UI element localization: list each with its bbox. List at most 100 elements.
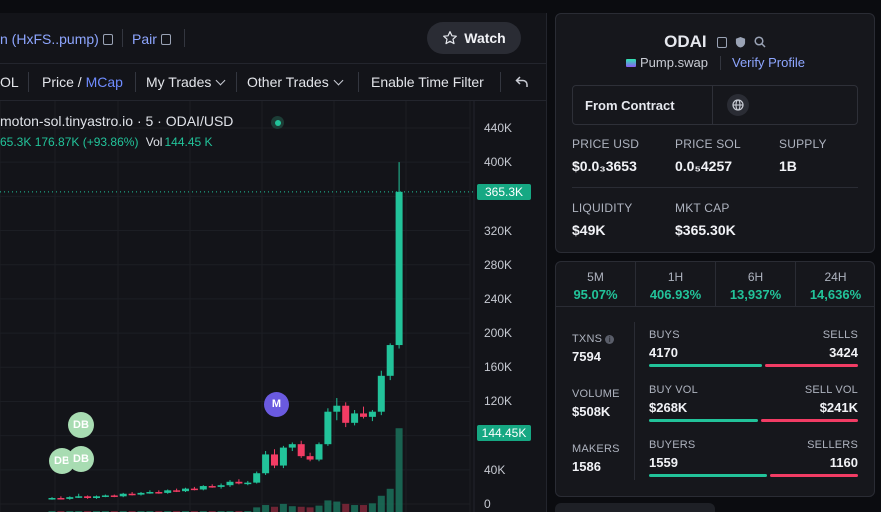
- star-icon: [443, 31, 458, 45]
- tab-label: 24H: [824, 270, 847, 284]
- chart-legend-title: moton-sol.tinyastro.io · 5 · ODAI/USD: [0, 113, 234, 129]
- candle-body: [66, 497, 74, 499]
- chart-header: n (HxFS..pump) Pair Watch: [0, 13, 546, 64]
- candle-body: [208, 486, 216, 488]
- buy-sell-volume-bar: [649, 419, 858, 422]
- makers-value: 1586: [572, 459, 601, 474]
- candle-body: [306, 456, 314, 460]
- y-tick-label: 240K: [484, 291, 513, 306]
- y-tick-label: 120K: [484, 394, 513, 409]
- candle-body: [297, 444, 305, 457]
- tab-1h[interactable]: 1H 406.93%: [636, 262, 716, 306]
- search-icon[interactable]: [754, 36, 766, 48]
- other-trades-label: Other Trades: [247, 74, 329, 90]
- candle-body: [146, 492, 154, 494]
- price-chart[interactable]: moton-sol.tinyastro.io · 5 · ODAI/USD 65…: [0, 101, 546, 512]
- supply-value: 1B: [779, 158, 797, 174]
- buys-sells-bar: [649, 364, 858, 367]
- price-sol-value: 0.0₅4257: [675, 158, 733, 174]
- price-usd-value: $0.0₃3653: [572, 158, 637, 174]
- volume-bar: [253, 507, 261, 512]
- trade-marker-db[interactable]: DB: [68, 412, 94, 438]
- candle-body: [342, 405, 350, 423]
- tab-label: 5M: [587, 270, 604, 284]
- sol-toggle[interactable]: OL: [0, 74, 19, 90]
- supply-label: SUPPLY: [779, 137, 827, 151]
- tab-6h[interactable]: 6H 13,937%: [716, 262, 796, 306]
- chevron-down-icon: [215, 75, 226, 86]
- tab-label: 6H: [747, 270, 764, 284]
- divider: [634, 322, 635, 480]
- tab-5m[interactable]: 5M 95.07%: [556, 262, 636, 306]
- candle-body: [368, 411, 376, 417]
- candle-body: [333, 405, 341, 412]
- volume-bar: [262, 505, 270, 512]
- price-tag: 365.3K: [477, 184, 531, 200]
- candle-body: [173, 490, 181, 492]
- watch-label: Watch: [464, 30, 506, 46]
- volume-bar: [324, 500, 332, 512]
- copy-icon[interactable]: [717, 37, 728, 48]
- verify-profile-link[interactable]: Verify Profile: [732, 55, 805, 70]
- y-tick-label: 320K: [484, 223, 513, 238]
- candle-body: [190, 488, 198, 491]
- mktcap-label: MKT CAP: [675, 201, 730, 215]
- sell-portion: [770, 474, 858, 477]
- trade-marker-db[interactable]: DB: [68, 446, 94, 472]
- chevron-down-icon: [333, 75, 344, 86]
- divider: [720, 56, 721, 70]
- time-filter-toggle[interactable]: Enable Time Filter: [371, 74, 484, 90]
- chart-panel: n (HxFS..pump) Pair Watch OL Price / MCa…: [0, 13, 547, 512]
- copy-icon[interactable]: [160, 34, 171, 45]
- copy-icon[interactable]: [102, 34, 113, 45]
- candle-body: [101, 495, 109, 497]
- tab-24h[interactable]: 24H 14,636%: [796, 262, 875, 306]
- candle-body: [288, 444, 296, 448]
- candle-body: [315, 444, 323, 460]
- buy-vol-label: BUY VOL: [649, 384, 698, 396]
- y-tick-label: 280K: [484, 257, 513, 272]
- watch-button[interactable]: Watch: [427, 22, 521, 54]
- token-info-card: ODAI Pump.swap Verify Profile From Contr…: [555, 13, 875, 253]
- token-header: ODAI: [556, 32, 874, 52]
- from-contract-box[interactable]: From Contract: [572, 85, 858, 125]
- volume-bar: [351, 505, 359, 512]
- candle-body: [110, 495, 118, 497]
- tab-label: 1H: [667, 270, 684, 284]
- candle-body: [279, 447, 287, 466]
- price-mcap-toggle[interactable]: Price / MCap: [42, 74, 123, 90]
- candle-body: [182, 488, 189, 492]
- candle-body: [164, 490, 172, 493]
- website-icon[interactable]: [727, 94, 749, 116]
- divider: [236, 72, 237, 92]
- contract-link[interactable]: n (HxFS..pump): [0, 31, 113, 47]
- candle-body: [84, 496, 92, 499]
- tab-pct: 13,937%: [729, 287, 782, 302]
- pair-link[interactable]: Pair: [132, 31, 171, 47]
- vol-value: 144.45 K: [164, 135, 213, 149]
- from-contract-label: From Contract: [585, 98, 675, 113]
- y-tick-label: 40K: [484, 462, 506, 477]
- other-trades-dropdown[interactable]: Other Trades: [247, 74, 344, 90]
- trade-marker-m[interactable]: M: [264, 392, 289, 417]
- solana-icon: [626, 59, 636, 67]
- shield-icon[interactable]: [735, 36, 746, 48]
- my-trades-label: My Trades: [146, 74, 212, 90]
- next-card: [555, 503, 715, 512]
- divider: [500, 72, 501, 92]
- buy-vol-value: $268K: [649, 400, 688, 415]
- undo-icon[interactable]: [514, 74, 530, 90]
- live-status-icon: [271, 116, 284, 129]
- candle-body: [395, 191, 403, 346]
- info-icon[interactable]: i: [605, 335, 615, 344]
- tab-pct: 406.93%: [649, 287, 702, 302]
- candle-body: [244, 482, 252, 485]
- pair-link-text: Pair: [132, 31, 157, 47]
- price-usd-label: PRICE USD: [572, 137, 640, 151]
- volume-bar: [368, 503, 376, 512]
- my-trades-dropdown[interactable]: My Trades: [146, 74, 226, 90]
- timeframe-tabs: 5M 95.07% 1H 406.93% 6H 13,937% 24H 14,636%: [556, 262, 874, 307]
- contract-link-text: n (HxFS..pump): [0, 31, 99, 47]
- candle-body: [253, 473, 261, 483]
- buyers-value: 1559: [649, 455, 678, 470]
